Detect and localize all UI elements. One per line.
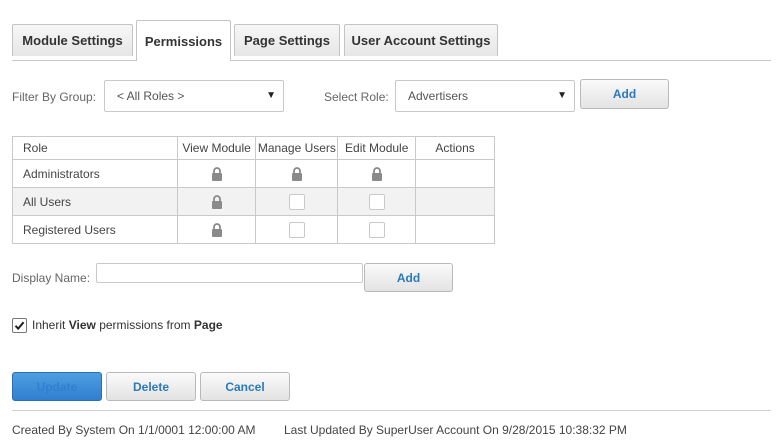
- chevron-down-icon: ▼: [266, 90, 276, 101]
- table-row: Administrators: [12, 159, 495, 188]
- chevron-down-icon: ▼: [557, 90, 567, 101]
- table-row: All Users: [12, 187, 495, 216]
- update-button[interactable]: Update: [12, 372, 102, 401]
- edit-module-cell: [337, 187, 417, 216]
- tab-module-settings[interactable]: Module Settings: [12, 24, 133, 56]
- filter-group-value: < All Roles >: [117, 89, 185, 103]
- last-updated-text: Last Updated By SuperUser Account On 9/2…: [284, 423, 627, 437]
- inherit-permissions-checkbox[interactable]: [12, 318, 27, 333]
- filter-group-select[interactable]: < All Roles > ▼: [104, 80, 284, 112]
- header-actions: Actions: [415, 136, 495, 160]
- lock-icon: [211, 223, 222, 237]
- footer-divider: [12, 410, 771, 411]
- edit-module-cell: [337, 159, 417, 188]
- edit-module-checkbox[interactable]: [368, 193, 385, 210]
- lock-icon: [371, 167, 382, 181]
- delete-button[interactable]: Delete: [106, 372, 196, 401]
- actions-cell: [415, 159, 495, 188]
- add-user-button[interactable]: Add: [364, 263, 453, 292]
- manage-users-cell: [255, 187, 339, 216]
- lock-icon: [211, 195, 222, 209]
- table-row: Registered Users: [12, 215, 495, 244]
- select-role-value: Advertisers: [408, 89, 469, 103]
- manage-users-checkbox[interactable]: [288, 193, 305, 210]
- actions-cell: [415, 187, 495, 216]
- filter-group-label: Filter By Group:: [12, 90, 97, 104]
- edit-module-cell: [337, 215, 417, 244]
- view-module-cell: [176, 159, 257, 188]
- manage-users-cell: [255, 159, 339, 188]
- permissions-table: Role View Module Manage Users Edit Modul…: [12, 136, 495, 244]
- checkmark-icon: [14, 321, 25, 331]
- add-role-button[interactable]: Add: [580, 79, 669, 109]
- edit-module-checkbox[interactable]: [368, 221, 385, 238]
- display-name-input[interactable]: [96, 263, 363, 283]
- select-role-select[interactable]: Advertisers ▼: [395, 80, 575, 112]
- manage-users-checkbox[interactable]: [288, 221, 305, 238]
- header-manage-users: Manage Users: [255, 136, 339, 160]
- role-name: Registered Users: [12, 215, 178, 244]
- tab-user-account-settings[interactable]: User Account Settings: [344, 24, 498, 56]
- tab-page-settings[interactable]: Page Settings: [234, 24, 340, 56]
- cancel-button[interactable]: Cancel: [200, 372, 290, 401]
- header-role: Role: [12, 136, 178, 160]
- role-name: Administrators: [12, 159, 178, 188]
- view-module-cell: [176, 215, 257, 244]
- actions-cell: [415, 215, 495, 244]
- role-name: All Users: [12, 187, 178, 216]
- created-by-text: Created By System On 1/1/0001 12:00:00 A…: [12, 423, 256, 437]
- header-edit-module: Edit Module: [337, 136, 417, 160]
- tab-permissions[interactable]: Permissions: [136, 20, 231, 61]
- lock-icon: [291, 167, 302, 181]
- lock-icon: [211, 167, 222, 181]
- manage-users-cell: [255, 215, 339, 244]
- table-header-row: Role View Module Manage Users Edit Modul…: [12, 136, 495, 160]
- header-view-module: View Module: [176, 136, 257, 160]
- tab-bar-divider: [12, 60, 771, 61]
- view-module-cell: [176, 187, 257, 216]
- select-role-label: Select Role:: [324, 90, 389, 104]
- inherit-permissions-label: Inherit View permissions from Page: [32, 318, 223, 332]
- display-name-label: Display Name:: [12, 271, 91, 285]
